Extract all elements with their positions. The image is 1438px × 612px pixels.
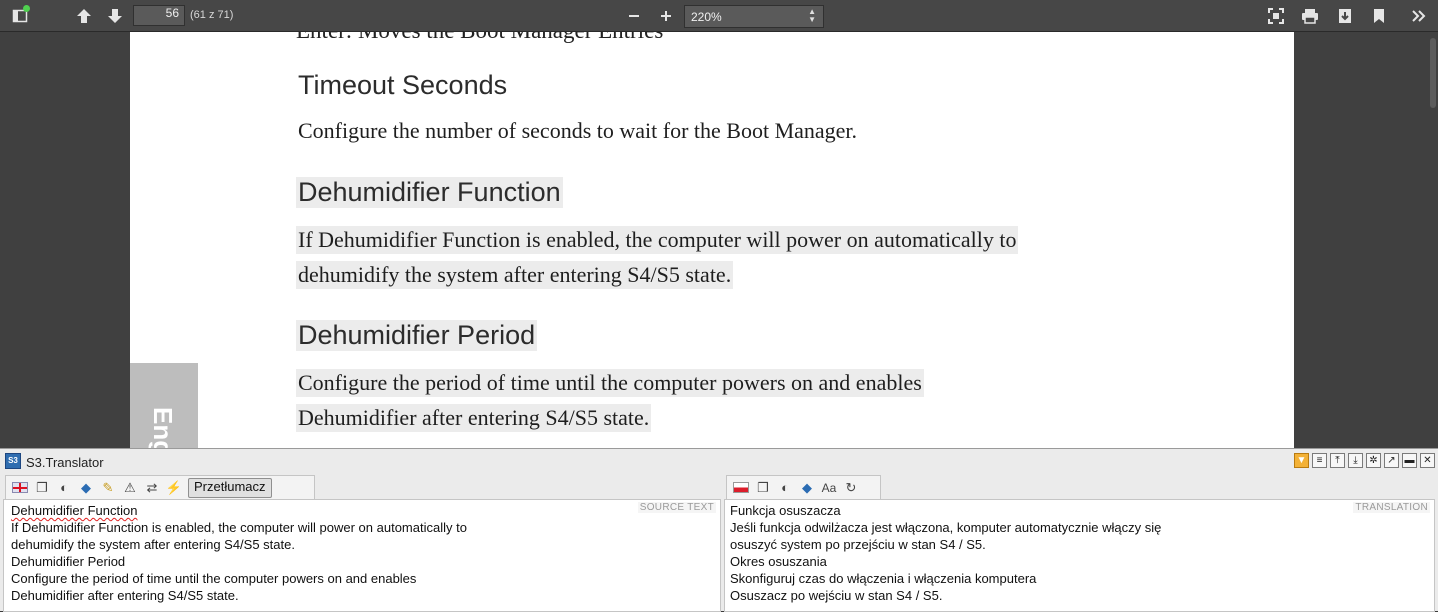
bookmark-icon[interactable] <box>1367 4 1391 28</box>
section-paragraph: Configure the period of time until the c… <box>296 369 924 397</box>
translation-label: TRANSLATION <box>1353 502 1430 513</box>
translation-text-lines: Funkcja osuszacza Jeśli funkcja odwilżac… <box>730 502 1161 604</box>
cut-off-line: Enter: Moves the Boot Manager Entries <box>296 32 663 44</box>
refresh-icon[interactable]: ↻ <box>843 480 859 496</box>
copy-icon[interactable]: ❐ <box>34 480 50 496</box>
panel-window-buttons: ▼ ≡ ⤒ ⤓ ✲ ↗ ▬ ✕ <box>1294 453 1435 468</box>
popout-icon[interactable]: ↗ <box>1384 453 1399 468</box>
copy-icon[interactable]: ❐ <box>755 480 771 496</box>
lightning-icon[interactable]: ⚡ <box>166 480 182 496</box>
download-icon[interactable] <box>1333 4 1357 28</box>
translator-panel: S3 S3.Translator ▼ ≡ ⤒ ⤓ ✲ ↗ ▬ ✕ ❐ ◐ ◆ ✎… <box>0 448 1438 612</box>
dictionary-icon[interactable]: ◆ <box>799 480 815 496</box>
source-toolbar: ❐ ◐ ◆ ✎ ⚠ ⇄ ⚡ Przetłumacz <box>5 475 315 499</box>
clear-brush-icon[interactable]: ✎ <box>100 480 116 496</box>
translator-logo-icon: S3 <box>5 453 21 469</box>
next-page-icon[interactable] <box>103 4 127 28</box>
side-tab-label: Eng <box>148 407 178 448</box>
notification-dot <box>23 5 30 12</box>
source-text-area[interactable]: SOURCE TEXT Dehumidifier Function If Deh… <box>3 499 721 612</box>
source-language-flag-icon[interactable] <box>12 480 28 496</box>
section-heading: Dehumidifier Period <box>296 320 538 351</box>
source-line: dehumidify the system after entering S4/… <box>11 537 295 552</box>
pdf-page: Enter: Moves the Boot Manager Entries Ti… <box>130 32 1294 448</box>
document-viewer[interactable]: Enter: Moves the Boot Manager Entries Ti… <box>0 32 1438 448</box>
zoom-value: 220% <box>691 10 722 24</box>
select-arrows-icon: ▲ ▼ <box>808 7 816 24</box>
section-paragraph: dehumidify the system after entering S4/… <box>296 261 734 289</box>
translation-line: osuszyć system po przejściu w stan S4 / … <box>730 537 986 552</box>
section-paragraph: Configure the number of seconds to wait … <box>298 118 858 143</box>
source-text-label: SOURCE TEXT <box>637 502 716 513</box>
pdf-toolbar: 56 (61 z 71) 220% ▲ ▼ <box>0 0 1438 32</box>
dock-bottom-icon[interactable]: ⤓ <box>1348 453 1363 468</box>
source-line: Dehumidifier Period <box>11 554 126 569</box>
speaker-icon[interactable]: ◐ <box>56 480 72 496</box>
dock-top-icon[interactable]: ⤒ <box>1330 453 1345 468</box>
translation-line: Jeśli funkcja odwilżacza jest włączona, … <box>730 520 1162 535</box>
section-heading: Timeout Seconds <box>298 70 508 100</box>
pin-icon[interactable]: ▼ <box>1294 453 1309 468</box>
previous-page-icon[interactable] <box>72 4 96 28</box>
translation-line: Funkcja osuszacza <box>730 503 841 518</box>
translation-line: Osuszacz po wejściu w stan S4 / S5. <box>730 588 943 603</box>
section-heading: Dehumidifier Function <box>296 177 563 208</box>
page-number-input[interactable]: 56 <box>133 5 185 26</box>
source-line: Dehumidifier Function <box>11 503 138 518</box>
warning-icon[interactable]: ⚠ <box>122 480 138 496</box>
zoom-in-icon[interactable] <box>654 4 678 28</box>
scrollbar-thumb[interactable] <box>1430 38 1436 108</box>
speaker-icon[interactable]: ◐ <box>777 480 793 496</box>
source-line: Configure the period of time until the c… <box>11 571 417 586</box>
tools-menu-icon[interactable] <box>1407 4 1431 28</box>
translator-title: S3.Translator <box>26 455 104 470</box>
translation-text-area[interactable]: TRANSLATION Funkcja osuszacza Jeśli funk… <box>724 499 1435 612</box>
translation-line: Skonfiguruj czas do włączenia i włączeni… <box>730 571 1037 586</box>
language-side-tab: Eng <box>130 363 198 448</box>
dictionary-icon[interactable]: ◆ <box>78 480 94 496</box>
swap-languages-icon[interactable]: ⇄ <box>144 480 160 496</box>
page-count: (61 z 71) <box>190 9 234 21</box>
text-font-icon[interactable]: Aa <box>821 480 837 496</box>
settings-icon[interactable]: ✲ <box>1366 453 1381 468</box>
zoom-select[interactable]: 220% ▲ ▼ <box>684 5 824 28</box>
zoom-out-icon[interactable] <box>622 4 646 28</box>
source-line: Dehumidifier after entering S4/S5 state. <box>11 588 239 603</box>
translation-toolbar: ❐ ◐ ◆ Aa ↻ <box>726 475 881 499</box>
close-icon[interactable]: ✕ <box>1420 453 1435 468</box>
translate-button[interactable]: Przetłumacz <box>188 477 272 498</box>
target-language-flag-icon[interactable] <box>733 480 749 496</box>
section-paragraph: If Dehumidifier Function is enabled, the… <box>296 226 1019 254</box>
layout-icon[interactable]: ≡ <box>1312 453 1327 468</box>
minimize-icon[interactable]: ▬ <box>1402 453 1417 468</box>
fullscreen-icon[interactable] <box>1264 4 1288 28</box>
translation-line: Okres osuszania <box>730 554 827 569</box>
source-line: If Dehumidifier Function is enabled, the… <box>11 520 467 535</box>
source-text-lines: Dehumidifier Function If Dehumidifier Fu… <box>11 502 467 604</box>
section-paragraph: Dehumidifier after entering S4/S5 state. <box>296 404 652 432</box>
print-icon[interactable] <box>1298 4 1322 28</box>
